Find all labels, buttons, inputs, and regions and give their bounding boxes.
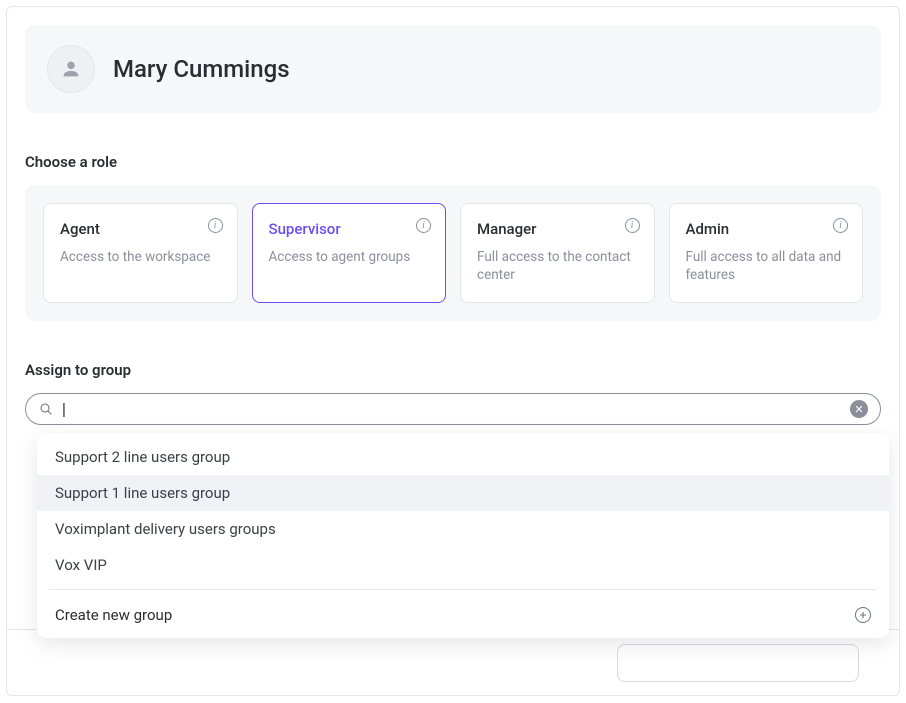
group-search[interactable]: ✕ [25, 393, 881, 425]
plus-circle-icon: + [855, 607, 871, 623]
bottom-bar [7, 629, 899, 695]
info-icon[interactable]: i [416, 218, 431, 233]
create-new-group[interactable]: Create new group + [37, 596, 889, 636]
role-title: Supervisor [269, 220, 430, 238]
search-icon [38, 401, 54, 417]
person-icon [60, 58, 82, 80]
role-description: Access to the workspace [60, 248, 221, 266]
info-icon[interactable]: i [208, 218, 223, 233]
role-card-admin[interactable]: iAdmin Full access to all data and featur… [669, 203, 864, 303]
footer-button[interactable] [617, 644, 859, 682]
assign-group-title: Assign to group [25, 361, 881, 379]
role-title: Admin [686, 220, 847, 238]
role-card-manager[interactable]: iManager Full access to the contact cente… [460, 203, 655, 303]
user-header: Mary Cummings [25, 25, 881, 113]
role-card-agent[interactable]: iAgent Access to the workspace [43, 203, 238, 303]
person-name: Mary Cummings [113, 55, 290, 83]
role-title: Agent [60, 220, 221, 238]
group-dropdown: Support 2 line users groupSupport 1 line… [37, 433, 889, 638]
role-description: Full access to the contact center [477, 248, 638, 284]
group-option[interactable]: Voximplant delivery users groups [37, 511, 889, 547]
clear-search-icon[interactable]: ✕ [850, 400, 868, 418]
dropdown-divider [49, 589, 877, 590]
create-new-group-label: Create new group [55, 606, 172, 624]
roles-panel: iAgentAccess to the workspaceiSupervisor… [25, 185, 881, 321]
role-title: Manager [477, 220, 638, 238]
role-card-supervisor[interactable]: iSupervisor Access to agent groups [252, 203, 447, 303]
role-description: Access to agent groups [269, 248, 430, 266]
group-option[interactable]: Support 2 line users group [37, 439, 889, 475]
info-icon[interactable]: i [833, 218, 848, 233]
group-option[interactable]: Support 1 line users group [37, 475, 889, 511]
avatar [47, 45, 95, 93]
settings-panel: Mary Cummings Choose a role iAgentAccess… [6, 6, 900, 696]
role-description: Full access to all data and features [686, 248, 847, 284]
group-option[interactable]: Vox VIP [37, 547, 889, 583]
info-icon[interactable]: i [625, 218, 640, 233]
group-search-input[interactable] [62, 401, 842, 418]
choose-role-title: Choose a role [25, 153, 881, 171]
